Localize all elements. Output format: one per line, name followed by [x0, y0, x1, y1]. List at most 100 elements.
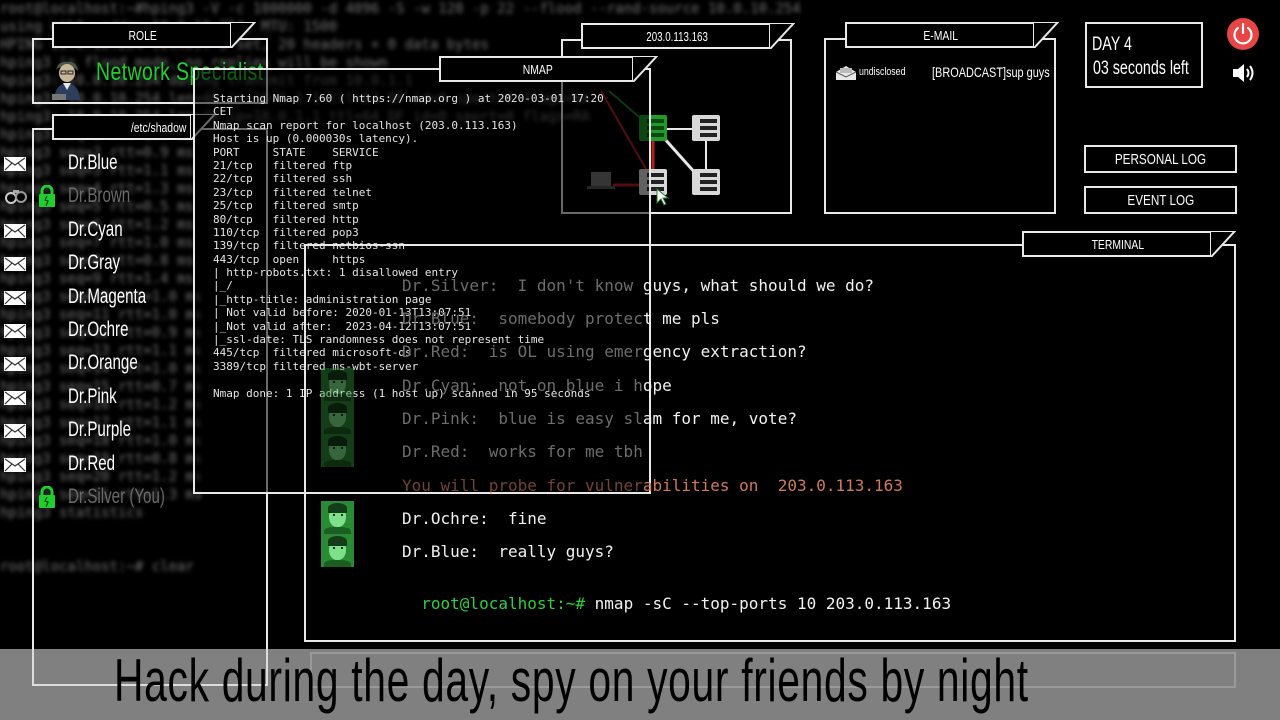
envelope-icon[interactable] — [4, 356, 26, 372]
power-icon — [1233, 22, 1253, 45]
user-name: Dr.Magenta — [68, 284, 147, 308]
message-faded-part: Dr.Pink: blue is easy sl — [402, 409, 643, 428]
time-left: 03 seconds left — [1093, 58, 1189, 79]
chat-message: Dr.Ochre: fine — [402, 509, 547, 528]
envelope-icon[interactable] — [4, 390, 26, 405]
email-subject: [BROADCAST]sup guys — [932, 64, 1050, 80]
speaker-icon[interactable] — [1232, 62, 1256, 84]
nmap-output-line: 23/tcp filtered telnet — [213, 185, 372, 199]
message-text: Dr.Blue: really guys? — [402, 542, 614, 561]
nmap-output-line: Starting Nmap 7.60 ( https://nmap.org ) … — [213, 92, 604, 105]
terminal-tab: TERMINAL — [1022, 231, 1236, 257]
chat-message: Dr.Silver: I don't know guys, what shoul… — [402, 276, 874, 295]
role-tab-label: ROLE — [128, 27, 158, 43]
nmap-output-line: Host is up (0.000030s latency). — [213, 132, 419, 146]
user-name: Dr.Gray — [68, 251, 121, 275]
envelope-icon[interactable] — [4, 256, 26, 272]
message-text: ope — [642, 376, 672, 395]
terminal-input-line[interactable]: root@localhost:~# nmap -sC --top-ports 1… — [402, 575, 951, 613]
chat-message: Dr.Blue: somebody protect me pls — [402, 309, 720, 328]
personal-log-button[interactable]: PERSONAL LOG — [1084, 145, 1237, 173]
terminal-command[interactable]: nmap -sC --top-ports 10 203.0.113.163 — [585, 594, 951, 613]
network-tab-label: 203.0.113.163 — [646, 28, 708, 44]
chat-message: Dr.Red: is OL using emergency extraction… — [402, 342, 807, 361]
message-text: gency extraction? — [642, 342, 807, 361]
background-line: root@localhost:~#hping3 -V -c 1000000 -d… — [0, 1, 801, 17]
tab-slant-icon — [1033, 22, 1059, 48]
player-avatar — [321, 434, 354, 467]
message-text: Dr.Ochre: fine — [402, 509, 547, 528]
nmap-output-line: 22/tcp filtered ssh — [213, 172, 353, 186]
terminal-tab-label: TERMINAL — [1091, 236, 1145, 252]
user-name: Dr.Silver (You) — [68, 485, 165, 508]
message-faded-part: You will probe for vulner — [402, 476, 643, 495]
nmap-output-line: 80/tcp filtered http — [213, 212, 359, 226]
terminal-prompt: root@localhost:~# — [421, 594, 586, 613]
envelope-icon[interactable] — [4, 290, 26, 305]
shadow-tab-label: /etc/shadow — [130, 119, 187, 135]
chat-message: Dr.Pink: blue is easy slam for me, vote? — [402, 409, 797, 428]
nmap-output-line: 110/tcp filtered pop3 — [213, 225, 359, 239]
envelope-icon[interactable] — [4, 457, 26, 472]
lock-icon — [38, 485, 56, 508]
user-name: Dr.Cyan — [68, 217, 123, 241]
caption-text: Hack during the day, spy on your friends… — [114, 647, 1029, 714]
event-log-button[interactable]: EVENT LOG — [1084, 186, 1237, 214]
link — [661, 135, 699, 177]
message-faded-part: Dr.Silver: I don't know — [402, 276, 643, 295]
nmap-output-line: 25/tcp filtered smtp — [213, 199, 359, 213]
nmap-output-line: CET — [213, 105, 233, 119]
day-label: DAY 4 — [1092, 34, 1132, 55]
personal-log-label: PERSONAL LOG — [1114, 150, 1207, 168]
nmap-output-line: 21/tcp filtered ftp — [213, 158, 353, 172]
chat-message: Dr.Blue: really guys? — [402, 542, 614, 561]
nmap-output-line: PORT STATE SERVICE — [213, 145, 379, 159]
user-name: Dr.Pink — [68, 384, 117, 408]
user-name: Dr.Brown — [68, 184, 131, 208]
envelope-icon[interactable] — [4, 223, 26, 238]
tab-slant-icon — [769, 23, 795, 49]
email-tab: E-MAIL — [845, 22, 1059, 48]
role-tab: ROLE — [52, 22, 256, 48]
tab-slant-icon — [632, 56, 658, 82]
tab-slant-icon — [1210, 231, 1236, 257]
handcuffs-icon — [4, 188, 28, 205]
email-from: undisclosed — [859, 66, 906, 78]
open-envelope-icon — [836, 66, 856, 80]
nmap-tab-label: NMAP — [522, 61, 553, 77]
event-log-label: EVENT LOG — [1127, 191, 1194, 209]
shadow-tab: /etc/shadow — [52, 114, 216, 140]
server-icon[interactable] — [692, 169, 720, 195]
envelope-icon[interactable] — [4, 423, 26, 439]
message-text: abilities on 203.0.113.163 — [642, 476, 903, 495]
user-name: Dr.Orange — [68, 351, 138, 375]
power-button[interactable] — [1227, 18, 1259, 50]
tab-slant-icon — [230, 22, 256, 48]
player-avatar — [321, 534, 354, 567]
email-tab-label: E-MAIL — [923, 27, 959, 43]
nmap-tab[interactable]: NMAP — [439, 56, 658, 82]
message-faded-part: Dr.Blue: somebody protec — [402, 309, 643, 328]
message-faded-part: Dr.Cyan: not on blue i h — [402, 376, 643, 395]
role-avatar-icon — [52, 61, 80, 100]
network-tab: 203.0.113.163 — [581, 23, 795, 49]
message-text: am for me, vote? — [642, 409, 797, 428]
message-text: t me pls — [642, 309, 720, 328]
message-faded-part: Dr.Red: works for me tbh — [402, 442, 643, 461]
user-name: Dr.Purple — [68, 418, 132, 442]
lock-icon — [38, 184, 56, 208]
nmap-output-line: Nmap scan report for localhost (203.0.11… — [213, 118, 518, 132]
player-avatar — [321, 401, 354, 434]
user-name: Dr.Blue — [68, 151, 118, 174]
envelope-icon[interactable] — [4, 323, 26, 338]
user-name: Dr.Red — [68, 451, 116, 475]
player-avatar — [321, 368, 354, 401]
chat-message: Dr.Cyan: not on blue i hope — [402, 376, 672, 395]
user-name: Dr.Ochre — [68, 318, 129, 341]
system-message: You will probe for vulnerabilities on 20… — [402, 476, 903, 495]
chat-message: Dr.Red: works for me tbh — [402, 442, 643, 461]
player-avatar — [321, 501, 354, 534]
message-text: guys, what should we do? — [642, 276, 875, 295]
envelope-icon[interactable] — [4, 156, 26, 171]
server-icon[interactable] — [692, 115, 720, 141]
